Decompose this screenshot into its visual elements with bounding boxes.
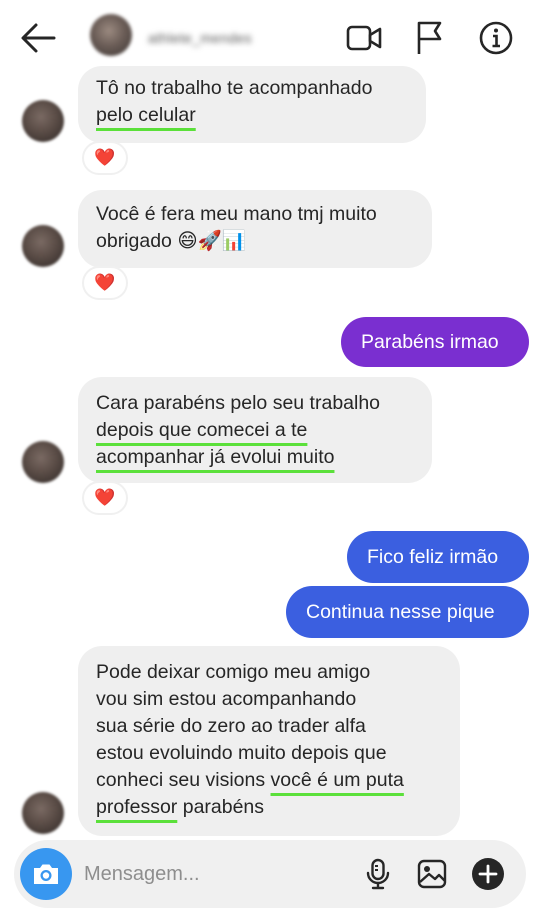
message-line: acompanhar já evolui muito [96, 446, 335, 468]
flag-icon[interactable] [410, 18, 450, 58]
outgoing-message: Parabéns irmao [341, 317, 529, 367]
message-line: conheci seu visions [96, 769, 266, 791]
message-line: obrigado 😄🚀📊 [96, 230, 247, 252]
incoming-message: Tô no trabalho te acompanhado pelo celul… [78, 66, 426, 143]
incoming-message: Cara parabéns pelo seu trabalho depois q… [78, 377, 432, 483]
message-line: Cara parabéns pelo seu trabalho [96, 392, 381, 414]
message-line: você é um puta [270, 769, 404, 791]
avatar[interactable] [22, 441, 64, 483]
arrow-left-icon[interactable] [18, 20, 58, 56]
message-line: vou sim estou acompanhando [96, 688, 357, 710]
message-text: Fico feliz irmão [367, 546, 499, 568]
camera-button[interactable] [20, 848, 72, 900]
message-line: depois que comecei a te [96, 419, 308, 441]
heart-icon: ❤️ [94, 273, 116, 292]
avatar[interactable] [22, 225, 64, 267]
chat-header: athlete_mendes [0, 0, 540, 76]
message-text: Continua nesse pique [306, 601, 495, 623]
incoming-message: Você é fera meu mano tmj muito obrigado … [78, 190, 432, 268]
message-input[interactable] [84, 860, 344, 888]
message-line: Você é fera meu mano tmj muito [96, 203, 377, 225]
message-line: pelo celular [96, 104, 196, 126]
message-line: professor [96, 796, 178, 818]
plus-circle-icon[interactable] [470, 856, 506, 892]
header-username[interactable]: athlete_mendes [148, 30, 252, 46]
avatar[interactable] [22, 100, 64, 142]
reaction-badge[interactable]: ❤️ [82, 481, 128, 515]
image-icon[interactable] [414, 856, 450, 892]
microphone-icon[interactable] [360, 856, 396, 892]
heart-icon: ❤️ [94, 148, 116, 167]
video-camera-icon[interactable] [344, 18, 384, 58]
message-line: Tô no trabalho te acompanhado [96, 77, 373, 99]
message-line: parabéns [182, 796, 265, 818]
message-line: sua série do zero ao trader alfa [96, 715, 366, 737]
reaction-badge[interactable]: ❤️ [82, 141, 128, 175]
camera-icon [34, 864, 58, 884]
incoming-message: Pode deixar comigo meu amigo vou sim est… [78, 646, 460, 836]
message-line: Pode deixar comigo meu amigo [96, 661, 371, 683]
message-text: Parabéns irmao [361, 331, 499, 353]
outgoing-message: Fico feliz irmão [347, 531, 529, 583]
reaction-badge[interactable]: ❤️ [82, 266, 128, 300]
message-composer [14, 840, 526, 908]
info-icon[interactable] [476, 18, 516, 58]
heart-icon: ❤️ [94, 488, 116, 507]
header-avatar[interactable] [90, 14, 132, 56]
avatar[interactable] [22, 792, 64, 834]
message-line: estou evoluindo muito depois que [96, 742, 387, 764]
outgoing-message: Continua nesse pique [286, 586, 529, 638]
